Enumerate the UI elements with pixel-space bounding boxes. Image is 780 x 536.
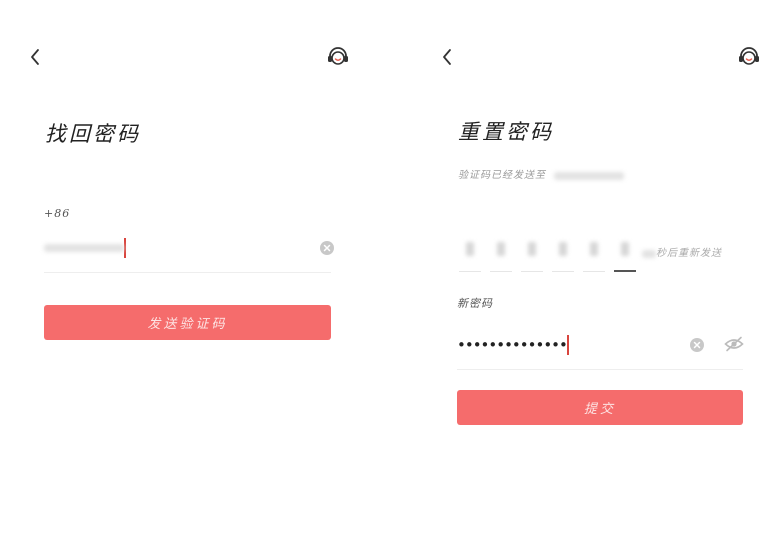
text-caret — [566, 335, 569, 355]
code-digit-1[interactable] — [459, 232, 481, 272]
toggle-password-visibility[interactable] — [724, 336, 744, 352]
countdown-seconds — [642, 249, 656, 258]
password-input-underline — [457, 369, 743, 370]
resend-countdown[interactable]: 秒后重新发送 — [642, 244, 722, 259]
new-password-label: 新密码 — [457, 297, 493, 310]
code-sent-notice: 验证码已经发送至 — [458, 166, 625, 181]
code-digit-3[interactable] — [521, 232, 543, 272]
masked-phone-number — [554, 171, 625, 180]
resend-label: 秒后重新发送 — [656, 248, 722, 259]
eye-off-icon — [724, 336, 744, 352]
code-digit-4[interactable] — [552, 232, 574, 272]
customer-service-icon — [739, 47, 759, 65]
forgot-password-screen: 找回密码 +86 发送验证码 — [0, 0, 390, 536]
clear-icon — [690, 338, 704, 352]
customer-service-button[interactable] — [325, 44, 351, 70]
code-sent-text: 验证码已经发送至 — [458, 170, 546, 181]
page-title: 找回密码 — [45, 122, 141, 146]
password-value: •••••••••••••• — [457, 336, 568, 354]
code-digit-5[interactable] — [583, 232, 605, 272]
text-caret — [124, 238, 126, 258]
phone-input[interactable] — [44, 236, 274, 260]
submit-button[interactable]: 提交 — [457, 390, 743, 425]
page-title: 重置密码 — [458, 120, 554, 144]
clear-phone-button[interactable] — [320, 240, 334, 255]
customer-service-icon — [328, 47, 348, 65]
chevron-left-icon — [31, 49, 39, 65]
send-code-button[interactable]: 发送验证码 — [44, 305, 331, 340]
reset-password-screen: 重置密码 验证码已经发送至 秒后重新发送 新密码 •••••••••••••• … — [390, 0, 780, 536]
clear-password-button[interactable] — [690, 337, 704, 352]
customer-service-button[interactable] — [736, 44, 762, 70]
back-button[interactable] — [437, 44, 457, 70]
new-password-input[interactable]: •••••••••••••• — [457, 333, 657, 357]
chevron-left-icon — [443, 49, 451, 65]
phone-input-underline — [44, 272, 331, 273]
code-digit-2[interactable] — [490, 232, 512, 272]
masked-phone-number — [44, 244, 124, 252]
code-digit-6[interactable] — [614, 232, 636, 272]
clear-icon — [320, 241, 334, 255]
country-code[interactable]: +86 — [44, 207, 70, 220]
back-button[interactable] — [25, 44, 45, 70]
